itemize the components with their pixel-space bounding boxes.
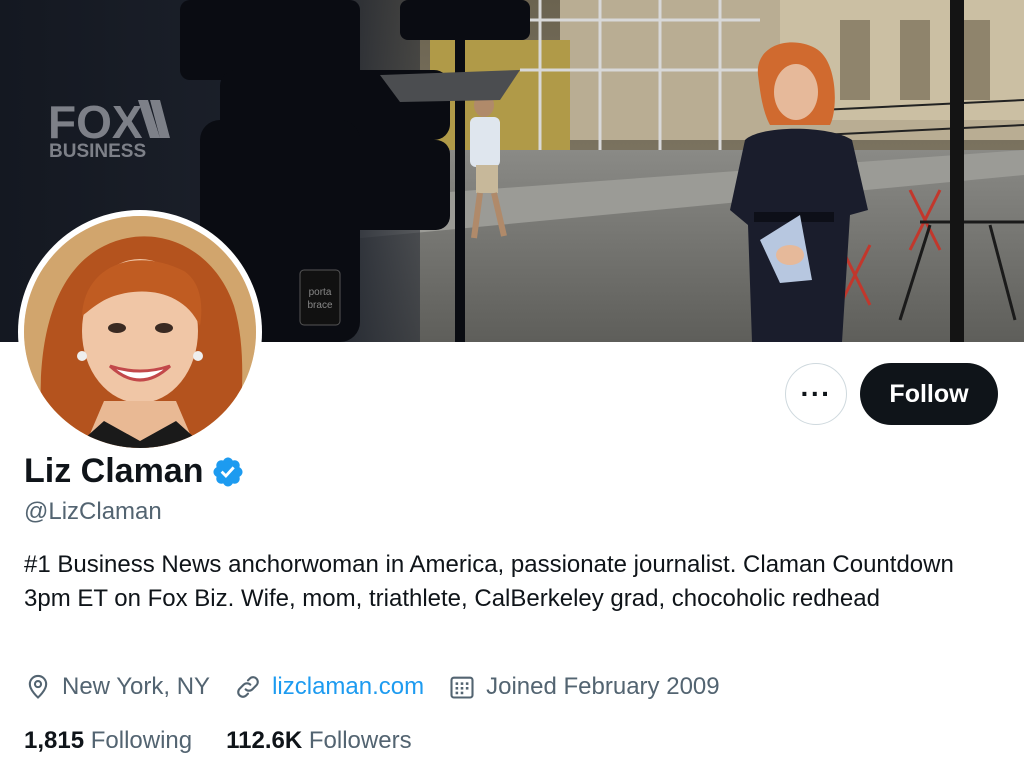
following-label: Following xyxy=(90,727,193,754)
follow-button[interactable]: Follow xyxy=(860,363,998,425)
more-options-button[interactable]: ··· xyxy=(785,363,847,425)
location-pin-icon xyxy=(28,674,48,699)
followers-label: Followers xyxy=(308,727,412,754)
follow-button-label: Follow xyxy=(889,379,969,408)
location-text: New York, NY xyxy=(62,673,211,700)
joined-date: Joined February 2009 xyxy=(486,673,720,700)
business-logo-text: BUSINESS xyxy=(49,141,146,162)
website-link[interactable]: lizclaman.com xyxy=(272,673,424,701)
following-count: 1,815 xyxy=(24,727,85,754)
avatar-photo xyxy=(24,216,256,448)
svg-text:porta: porta xyxy=(309,287,332,298)
following-stat[interactable]: 1,815 Following xyxy=(24,727,192,755)
followers-count: 112.6K xyxy=(226,727,303,754)
followers-stat[interactable]: 112.6K Followers xyxy=(226,727,411,755)
calendar-icon xyxy=(450,676,474,699)
profile-stats: 1,815 Following 112.6K Followers xyxy=(24,727,446,755)
display-name: Liz Claman xyxy=(24,452,204,490)
profile-name-row: Liz Claman xyxy=(24,452,245,491)
joined-item: Joined February 2009 xyxy=(448,673,720,701)
profile-avatar[interactable] xyxy=(18,210,262,454)
link-icon xyxy=(237,676,259,698)
svg-text:brace: brace xyxy=(307,300,332,311)
location-item: New York, NY xyxy=(24,673,210,701)
more-options-icon: ··· xyxy=(800,378,832,409)
profile-bio: #1 Business News anchorwoman in America,… xyxy=(24,551,954,612)
verified-badge-icon[interactable] xyxy=(211,455,245,489)
profile-meta: New York, NY lizclaman.com Joined Februa… xyxy=(24,673,744,701)
website-item[interactable]: lizclaman.com xyxy=(234,673,424,701)
profile-handle: @LizClaman xyxy=(24,498,162,525)
